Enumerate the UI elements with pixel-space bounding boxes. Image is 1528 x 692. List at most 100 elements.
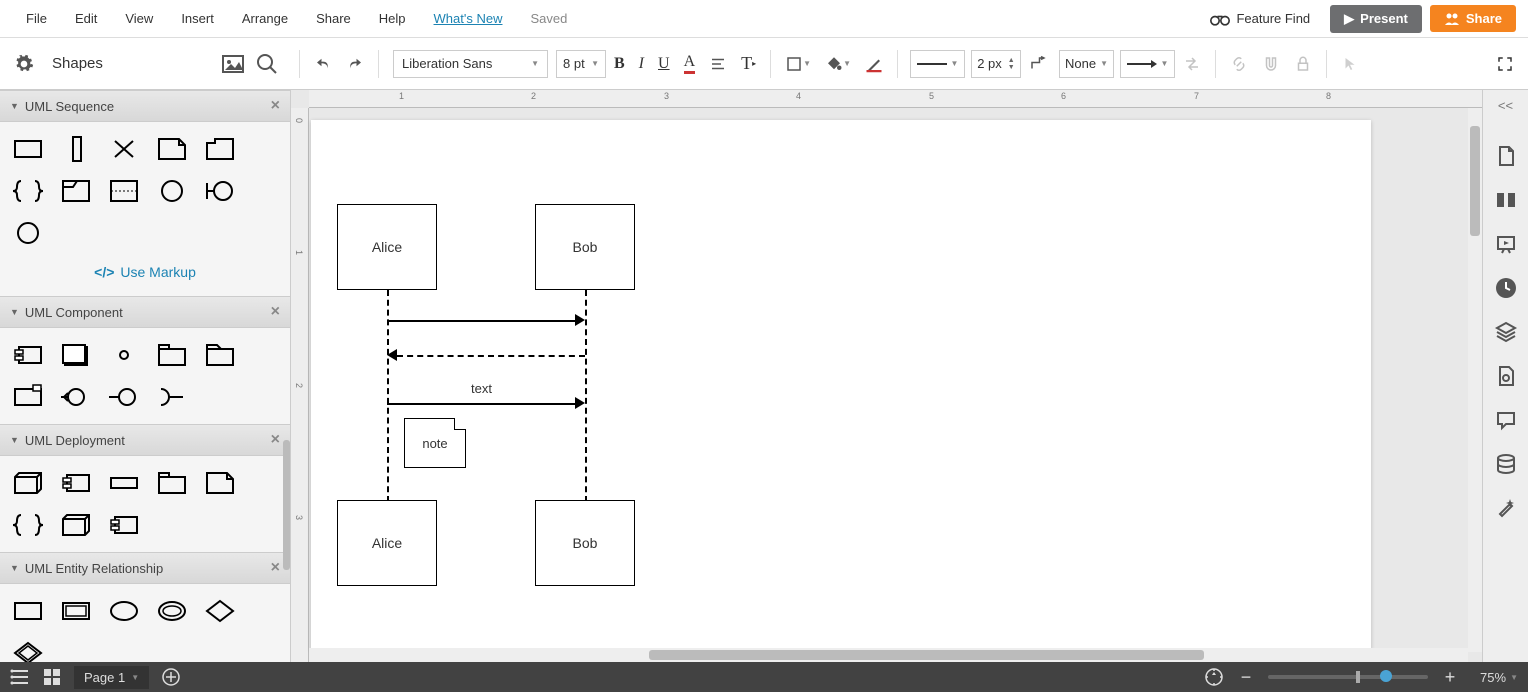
undo-button[interactable] — [308, 51, 338, 77]
shape-frame[interactable] — [56, 174, 96, 208]
shape-component-alt[interactable] — [56, 338, 96, 372]
shape-er-relationship[interactable] — [200, 594, 240, 628]
magnet-button[interactable] — [1256, 51, 1286, 77]
use-markup-link[interactable]: </> Use Markup — [8, 258, 282, 286]
shape-required-interface[interactable] — [56, 380, 96, 414]
image-icon[interactable] — [221, 52, 245, 76]
font-size-select[interactable]: 8 pt ▼ — [556, 50, 606, 78]
bold-button[interactable]: B — [608, 51, 631, 77]
underline-button[interactable]: U — [652, 51, 676, 77]
scrollbar-thumb[interactable] — [649, 650, 1204, 660]
menu-view[interactable]: View — [111, 5, 167, 32]
line-end-select[interactable]: ▼ — [1120, 50, 1175, 78]
line-style-select[interactable]: ▼ — [910, 50, 965, 78]
panel-header-component[interactable]: ▼ UML Component × — [0, 296, 290, 328]
dock-data-icon[interactable] — [1494, 452, 1518, 476]
font-select[interactable]: Liberation Sans ▼ — [393, 50, 548, 78]
shape-dep-object[interactable] — [104, 466, 144, 500]
lifeline-box-bob-top[interactable]: Bob — [535, 204, 635, 290]
shape-dep-braces[interactable] — [8, 508, 48, 542]
shape-er-weak-relationship[interactable] — [8, 636, 48, 662]
shape-assembly[interactable] — [152, 380, 192, 414]
dock-master-icon[interactable] — [1494, 364, 1518, 388]
search-icon[interactable] — [255, 52, 279, 76]
dock-collapse-button[interactable]: << — [1493, 96, 1519, 114]
canvas[interactable]: Alice Bob text note Alice Bob — [311, 120, 1371, 650]
dock-page-icon[interactable] — [1494, 144, 1518, 168]
page-tab[interactable]: Page 1 ▼ — [74, 666, 149, 689]
zoom-out-button[interactable]: − — [1236, 667, 1256, 687]
shape-activation[interactable] — [56, 132, 96, 166]
shape-port[interactable] — [104, 338, 144, 372]
vertical-scrollbar[interactable] — [1468, 108, 1482, 652]
feature-find[interactable]: Feature Find — [1198, 5, 1322, 32]
zoom-in-button[interactable]: + — [1440, 667, 1460, 687]
close-icon[interactable]: × — [271, 559, 280, 577]
dock-layers-icon[interactable] — [1494, 320, 1518, 344]
menu-edit[interactable]: Edit — [61, 5, 111, 32]
lifeline-box-bob-bottom[interactable]: Bob — [535, 500, 635, 586]
dock-history-icon[interactable] — [1494, 276, 1518, 300]
share-button[interactable]: Share — [1430, 5, 1516, 32]
lock-button[interactable] — [1288, 51, 1318, 77]
panel-header-deployment[interactable]: ▼ UML Deployment × — [0, 424, 290, 456]
close-icon[interactable]: × — [271, 431, 280, 449]
message-3[interactable] — [387, 403, 577, 405]
line-color-button[interactable] — [859, 51, 889, 77]
redo-button[interactable] — [340, 51, 370, 77]
shape-folder[interactable] — [200, 338, 240, 372]
shape-node[interactable] — [8, 466, 48, 500]
present-button[interactable]: ▶ Present — [1330, 5, 1422, 33]
outline-button[interactable] — [10, 667, 30, 687]
dock-presentation-icon[interactable] — [1494, 188, 1518, 212]
shape-entity[interactable] — [8, 216, 48, 250]
menu-whats-new[interactable]: What's New — [420, 5, 517, 32]
shape-object[interactable] — [8, 132, 48, 166]
menu-share[interactable]: Share — [302, 5, 365, 32]
shape-braces[interactable] — [8, 174, 48, 208]
line-shape-button[interactable] — [1023, 51, 1053, 77]
message-2-return[interactable] — [397, 355, 585, 357]
note-box[interactable]: note — [404, 418, 466, 468]
shape-dep-note[interactable] — [200, 466, 240, 500]
line-width-input[interactable]: 2 px ▲▼ — [971, 50, 1021, 78]
panel-header-entity[interactable]: ▼ UML Entity Relationship × — [0, 552, 290, 584]
dock-magic-icon[interactable] — [1494, 496, 1518, 520]
grid-view-button[interactable] — [42, 667, 62, 687]
lifeline-box-alice-bottom[interactable]: Alice — [337, 500, 437, 586]
shape-er-multivalue[interactable] — [152, 594, 192, 628]
link-button[interactable] — [1224, 51, 1254, 77]
text-tool-button[interactable]: T▸ — [735, 49, 762, 78]
message-3-label[interactable]: text — [471, 381, 492, 396]
zoom-slider[interactable] — [1268, 675, 1428, 679]
panel-header-sequence[interactable]: ▼ UML Sequence × — [0, 90, 290, 122]
dock-slides-icon[interactable] — [1494, 232, 1518, 256]
horizontal-scrollbar[interactable] — [309, 648, 1468, 662]
text-color-button[interactable]: A — [678, 49, 702, 78]
shape-er-entity[interactable] — [8, 594, 48, 628]
shape-er-attribute[interactable] — [104, 594, 144, 628]
shape-destroy[interactable] — [104, 132, 144, 166]
menu-help[interactable]: Help — [365, 5, 420, 32]
shape-style-button[interactable]: ▼ — [779, 51, 817, 77]
shape-loop[interactable] — [104, 174, 144, 208]
shape-package[interactable] — [200, 132, 240, 166]
fill-color-button[interactable]: ▼ — [819, 51, 857, 77]
shape-dep-component2[interactable] — [104, 508, 144, 542]
shape-component[interactable] — [8, 338, 48, 372]
lifeline-bob[interactable] — [585, 290, 587, 502]
line-start-select[interactable]: None ▼ — [1059, 50, 1114, 78]
align-button[interactable] — [703, 51, 733, 77]
menu-arrange[interactable]: Arrange — [228, 5, 302, 32]
message-1[interactable] — [387, 320, 577, 322]
canvas-area[interactable]: 1 2 3 4 5 6 7 8 0 1 2 3 Alice Bob — [291, 90, 1482, 662]
shape-boundary[interactable] — [152, 174, 192, 208]
shape-dep-component[interactable] — [56, 466, 96, 500]
menu-file[interactable]: File — [12, 5, 61, 32]
shape-package-comp[interactable] — [152, 338, 192, 372]
close-icon[interactable]: × — [271, 303, 280, 321]
shape-artifact[interactable] — [8, 380, 48, 414]
fullscreen-button[interactable] — [1490, 51, 1520, 77]
shape-provided-interface[interactable] — [104, 380, 144, 414]
zoom-to-fit-button[interactable] — [1204, 667, 1224, 687]
